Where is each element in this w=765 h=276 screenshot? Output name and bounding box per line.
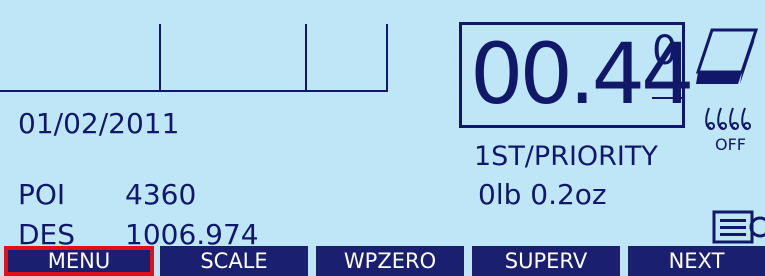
envelope-icon[interactable] — [694, 26, 764, 90]
slogan-frame-divider-3 — [386, 24, 388, 91]
scale-softkey[interactable]: SCALE — [160, 246, 308, 276]
menu-lines-icon[interactable] — [712, 210, 765, 244]
slogan-frame-divider-1 — [159, 24, 161, 91]
weight-fraction: 0 — [652, 28, 678, 74]
date-text: 01/02/2011 — [18, 107, 180, 140]
weight-display: 00.44 0 — [459, 22, 694, 128]
slogan-frame-horizontal — [0, 90, 388, 92]
poi-value: 4360 — [125, 178, 197, 211]
slogan-frame-divider-2 — [305, 24, 307, 91]
ink-status-text: OFF — [715, 135, 746, 154]
poi-label: POI — [18, 178, 66, 211]
weight-lb-oz-text: 0lb 0.2oz — [478, 178, 607, 211]
service-class-text: 1ST/PRIORITY — [474, 141, 658, 172]
postage-meter-display: 01/02/2011 00.44 0 OFF 1ST/PRIORITY 0lb … — [0, 0, 765, 276]
ink-drops-icon[interactable] — [703, 104, 759, 134]
wpzero-softkey[interactable]: WPZERO — [316, 246, 464, 276]
next-softkey[interactable]: NEXT — [628, 246, 765, 276]
menu-softkey[interactable]: MENU — [4, 246, 154, 276]
weight-fraction-underline — [652, 97, 682, 99]
superv-softkey[interactable]: SUPERV — [472, 246, 620, 276]
